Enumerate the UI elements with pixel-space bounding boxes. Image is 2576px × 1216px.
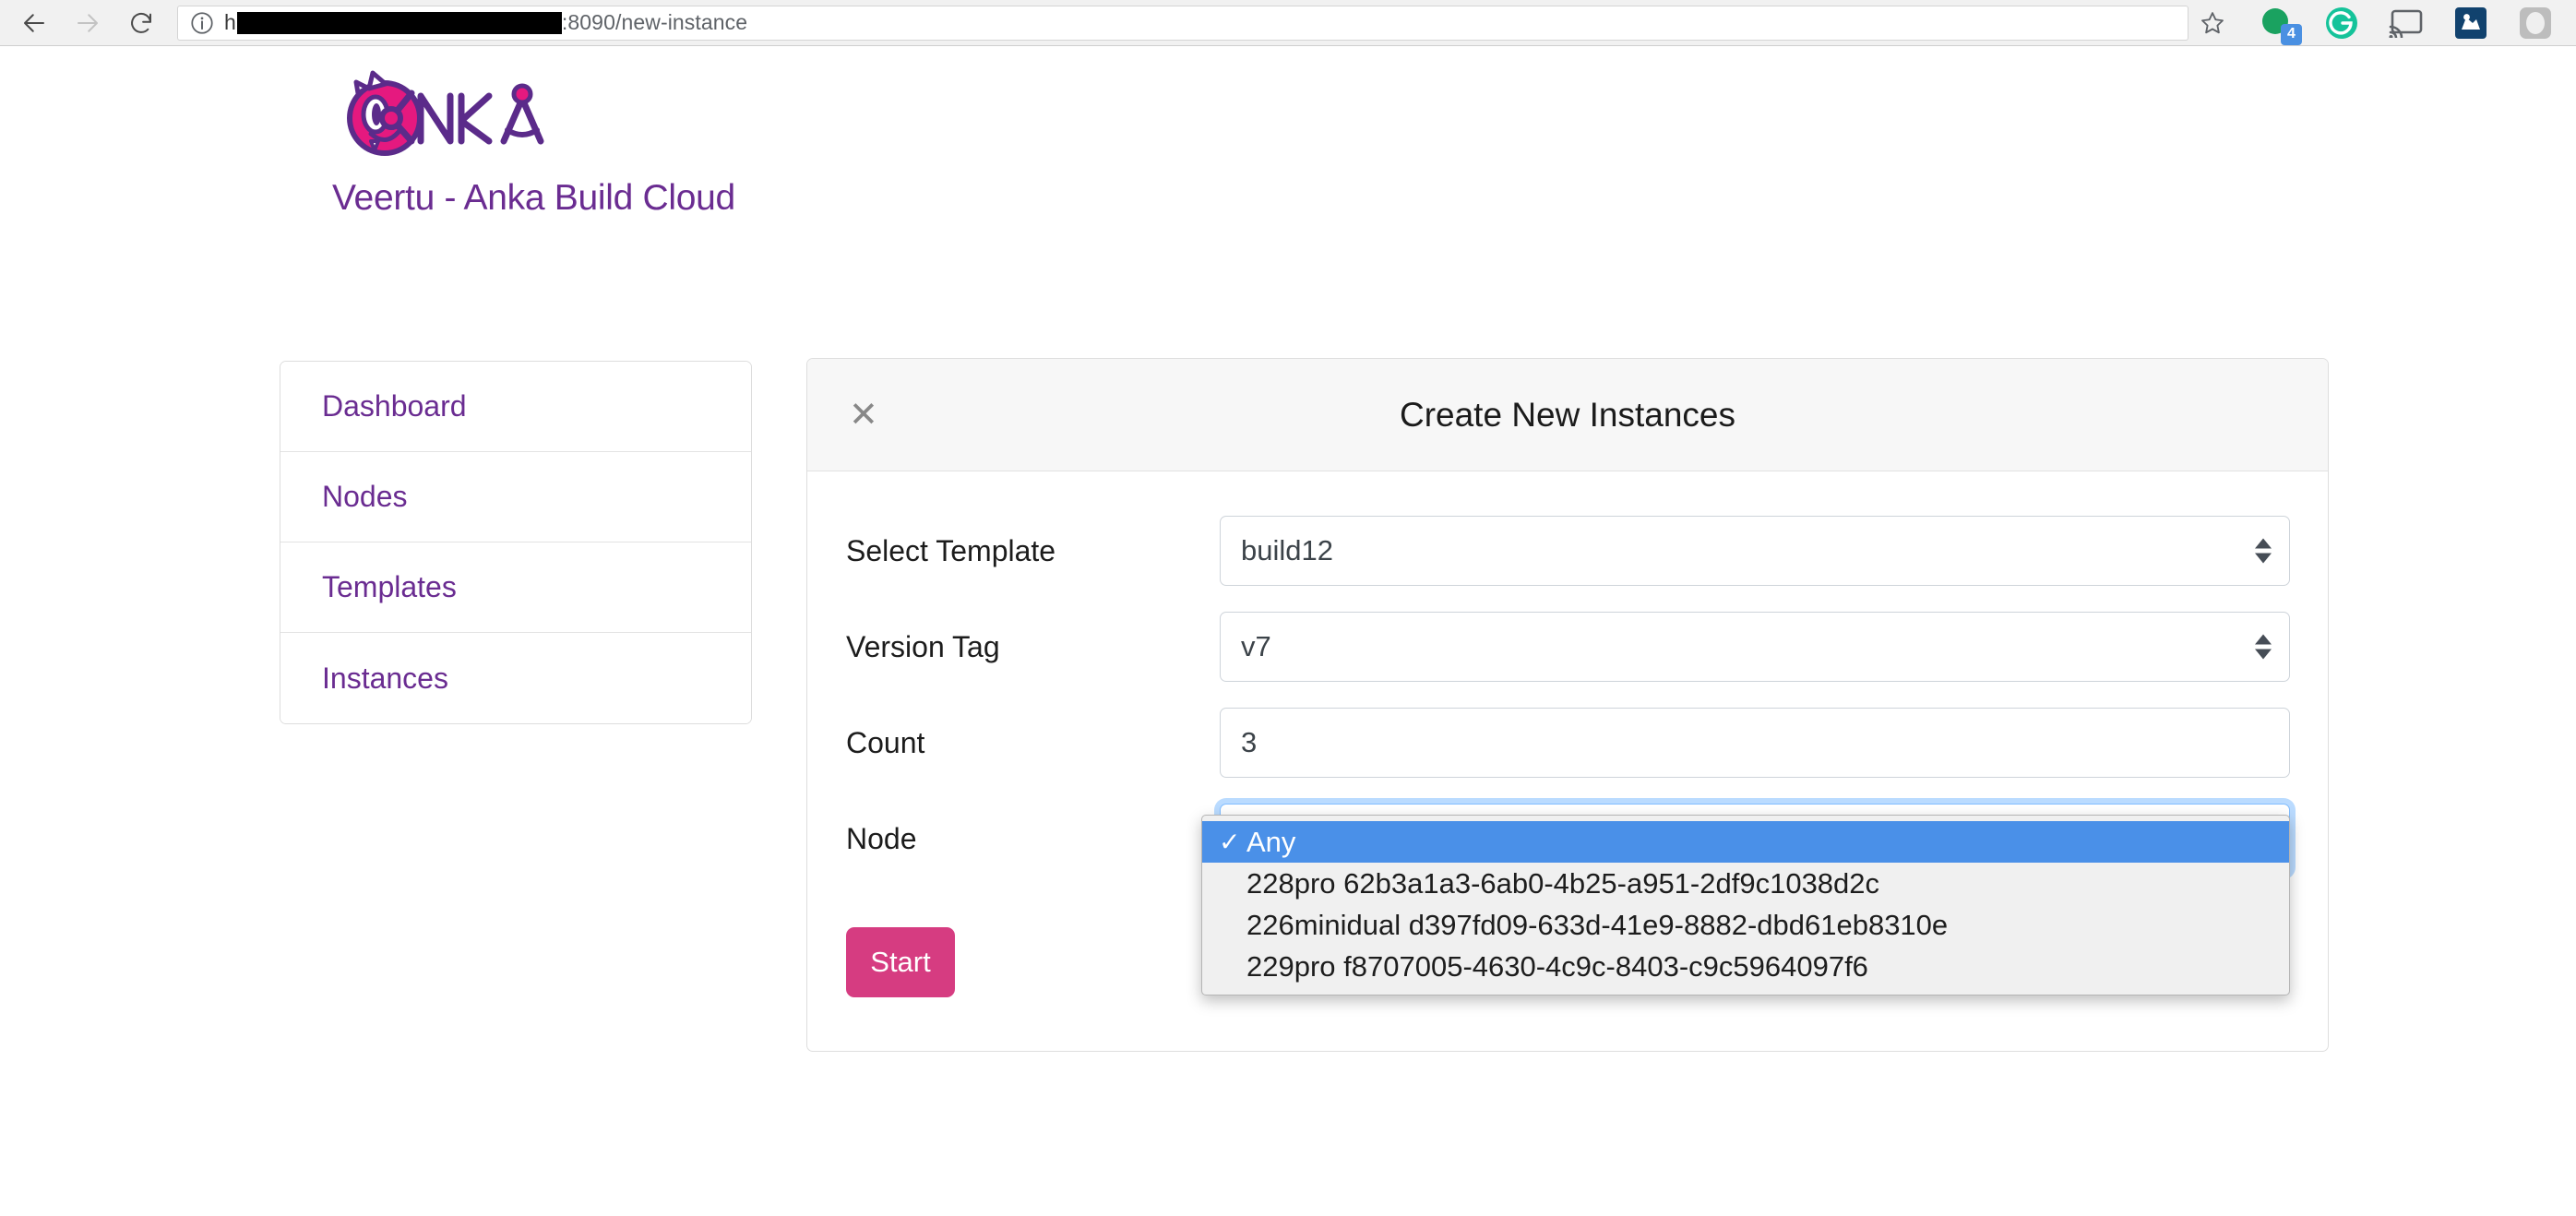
page-content: Veertu - Anka Build Cloud Dashboard Node… <box>0 47 2576 1216</box>
sidebar-nav: Dashboard Nodes Templates Instances <box>280 361 752 724</box>
version-tag-dropdown[interactable]: v7 <box>1220 612 2290 682</box>
field-wrap-version-tag: v7 <box>1220 612 2290 682</box>
node-option-any[interactable]: ✓ Any <box>1202 821 2289 863</box>
sidebar-item-label: Instances <box>322 662 448 696</box>
brand-title: Veertu - Anka Build Cloud <box>332 178 735 219</box>
browser-toolbar: h :8090/new-instance 4 <box>0 0 2576 46</box>
panel-body: Select Template build12 Version Tag v7 <box>807 471 2328 1051</box>
start-button[interactable]: Start <box>846 927 955 997</box>
sidebar-item-templates[interactable]: Templates <box>280 542 751 633</box>
check-icon: ✓ <box>1219 829 1246 855</box>
reload-button[interactable] <box>114 1 168 45</box>
node-option-label: Any <box>1246 826 1295 859</box>
select-template-dropdown[interactable]: build12 <box>1220 516 2290 586</box>
label-node: Node <box>846 822 1220 856</box>
select-template-value: build12 <box>1241 534 1333 567</box>
page-title: Create New Instances <box>807 396 2328 435</box>
form-row-select-template: Select Template build12 <box>807 516 2328 586</box>
reload-icon <box>127 9 155 37</box>
label-version-tag: Version Tag <box>846 630 1220 664</box>
extension-icons: 4 <box>2242 3 2576 43</box>
arrow-left-icon <box>20 9 48 37</box>
sidebar-item-label: Nodes <box>322 480 408 514</box>
back-button[interactable] <box>7 1 61 45</box>
sidebar-item-label: Templates <box>322 570 457 604</box>
close-icon[interactable]: ✕ <box>849 398 878 433</box>
url-field[interactable]: h :8090/new-instance <box>177 6 2188 41</box>
url-suffix: :8090/new-instance <box>562 10 747 35</box>
node-option-226minidual[interactable]: 226minidual d397fd09-633d-41e9-8882-dbd6… <box>1202 904 2289 946</box>
sidebar-item-dashboard[interactable]: Dashboard <box>280 362 751 452</box>
label-count: Count <box>846 726 1220 760</box>
info-circle-icon[interactable] <box>189 10 215 36</box>
sidebar-item-instances[interactable]: Instances <box>280 633 751 723</box>
sidebar-item-label: Dashboard <box>322 389 467 423</box>
node-option-label: 228pro 62b3a1a3-6ab0-4b25-a951-2df9c1038… <box>1246 867 1879 900</box>
create-instances-panel: ✕ Create New Instances Select Template b… <box>806 358 2329 1052</box>
sidebar-item-nodes[interactable]: Nodes <box>280 452 751 542</box>
grammarly-icon[interactable] <box>2321 3 2362 43</box>
panel-header: ✕ Create New Instances <box>807 359 2328 471</box>
address-bar[interactable]: h :8090/new-instance <box>177 5 2236 42</box>
count-value: 3 <box>1241 726 1257 759</box>
node-dropdown-options-popup: ✓ Any 228pro 62b3a1a3-6ab0-4b25-a951-2df… <box>1201 815 2290 995</box>
profile-avatar-icon[interactable] <box>2515 3 2556 43</box>
anka-logo <box>332 66 609 167</box>
star-icon <box>2199 9 2226 37</box>
bookmark-star-button[interactable] <box>2188 5 2236 42</box>
node-option-229pro[interactable]: 229pro f8707005-4630-4c9c-8403-c9c596409… <box>1202 946 2289 987</box>
node-option-228pro[interactable]: 228pro 62b3a1a3-6ab0-4b25-a951-2df9c1038… <box>1202 863 2289 904</box>
arrow-right-icon <box>74 9 101 37</box>
field-wrap-node: Any ✓ Any 228pro 62b3a1a3-6ab0-4b25-a951… <box>1220 804 2290 874</box>
url-prefix: h <box>224 10 236 35</box>
version-tag-value: v7 <box>1241 630 1271 663</box>
url-text: h :8090/new-instance <box>224 10 747 35</box>
label-select-template: Select Template <box>846 534 1220 568</box>
evernote-icon[interactable] <box>2451 3 2491 43</box>
form-row-node: Node Any ✓ Any <box>807 804 2328 874</box>
form-row-count: Count 3 <box>807 708 2328 778</box>
count-input[interactable]: 3 <box>1220 708 2290 778</box>
navigation-buttons <box>0 1 168 45</box>
node-option-label: 226minidual d397fd09-633d-41e9-8882-dbd6… <box>1246 909 1948 942</box>
forward-button[interactable] <box>61 1 114 45</box>
form-row-version-tag: Version Tag v7 <box>807 612 2328 682</box>
cast-icon[interactable] <box>2386 3 2427 43</box>
node-option-label: 229pro f8707005-4630-4c9c-8403-c9c596409… <box>1246 950 1868 984</box>
field-wrap-select-template: build12 <box>1220 516 2290 586</box>
green-circle-extension-icon[interactable]: 4 <box>2257 3 2297 43</box>
url-redaction-bar <box>237 12 562 34</box>
field-wrap-count: 3 <box>1220 708 2290 778</box>
extension-badge-count: 4 <box>2281 24 2302 45</box>
brand-header: Veertu - Anka Build Cloud <box>332 66 735 219</box>
